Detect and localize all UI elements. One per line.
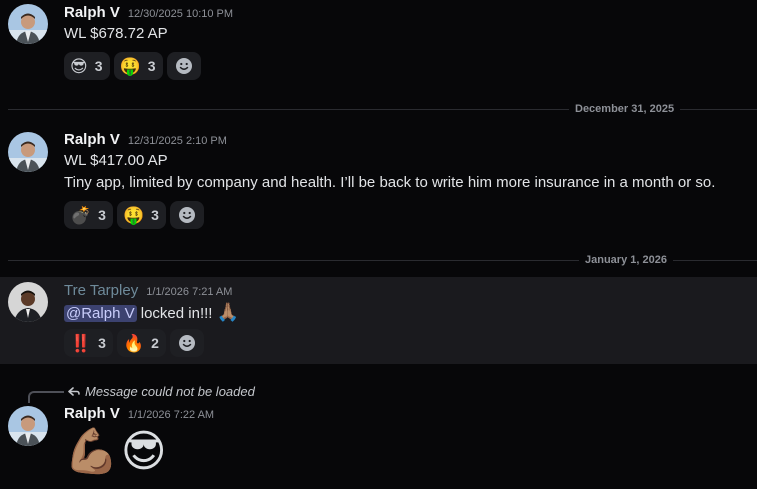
message-3[interactable]: Tre Tarpley 1/1/2026 7:21 AM @Ralph V lo… [0,277,757,364]
date-divider-label: January 1, 2026 [579,254,673,266]
double-exclamation-emoji: ‼️ [70,333,92,353]
money-mouth-emoji: 🤑 [122,205,145,225]
author-name[interactable]: Tre Tarpley [64,282,138,299]
timestamp: 1/1/2026 7:21 AM [146,286,233,298]
jumbo-emoji: 💪🏽😎 [64,427,169,476]
reaction-bomb[interactable]: 💣 3 [64,201,113,229]
smiley-add-icon [175,58,192,74]
reaction-fire[interactable]: 🔥 2 [116,329,166,357]
reaction-sunglasses[interactable]: 😎 3 [64,52,110,80]
message-1[interactable]: Ralph V 12/30/2025 10:10 PM WL $678.72 A… [0,0,757,90]
user-mention[interactable]: @Ralph V [64,305,137,322]
reaction-double-exclamation[interactable]: ‼️ 3 [64,329,113,357]
author-name[interactable]: Ralph V [64,131,120,148]
reply-arrow-icon [68,386,80,396]
message-text: WL $678.72 AP [64,25,168,42]
add-reaction-button[interactable] [169,201,204,229]
message-text-line-1: WL $417.00 AP [64,152,168,169]
reaction-money-mouth[interactable]: 🤑 3 [116,201,166,229]
avatar-ralph[interactable] [8,132,48,172]
message-2[interactable]: Ralph V 12/31/2025 2:10 PM WL $417.00 AP… [0,126,757,236]
reaction-count: 2 [151,335,159,351]
date-divider-label: December 31, 2025 [569,103,681,115]
timestamp: 12/31/2025 2:10 PM [127,135,227,147]
reply-connector [28,391,64,403]
add-reaction-button[interactable] [169,329,204,357]
author-name[interactable]: Ralph V [64,405,120,422]
avatar-ralph[interactable] [8,4,48,44]
reply-text: Message could not be loaded [85,384,255,399]
avatar-tre[interactable] [8,282,48,322]
reaction-count: 3 [147,58,156,74]
fire-emoji: 🔥 [122,333,145,353]
author-name[interactable]: Ralph V [64,4,120,21]
timestamp: 12/30/2025 10:10 PM [127,8,234,20]
smiley-add-icon [178,207,195,223]
bomb-emoji: 💣 [70,205,92,225]
message-text-line-2: Tiny app, limited by company and health.… [64,174,716,191]
message-text: locked in!!! [136,305,213,322]
smiley-add-icon [178,335,195,351]
folded-hands-emoji: 🙏🏽 [216,302,240,322]
reaction-count: 3 [151,207,159,223]
reaction-count: 3 [98,207,106,223]
money-mouth-emoji: 🤑 [119,56,141,76]
reaction-count: 3 [98,335,106,351]
sunglasses-emoji: 😎 [70,56,88,76]
reaction-money-mouth[interactable]: 🤑 3 [113,52,163,80]
add-reaction-button[interactable] [166,52,201,80]
reply-reference[interactable]: Message could not be loaded [68,384,255,399]
avatar-ralph[interactable] [8,406,48,446]
timestamp: 1/1/2026 7:22 AM [127,409,215,421]
reaction-count: 3 [94,58,103,74]
chat-log: Ralph V 12/30/2025 10:10 PM WL $678.72 A… [0,0,757,489]
